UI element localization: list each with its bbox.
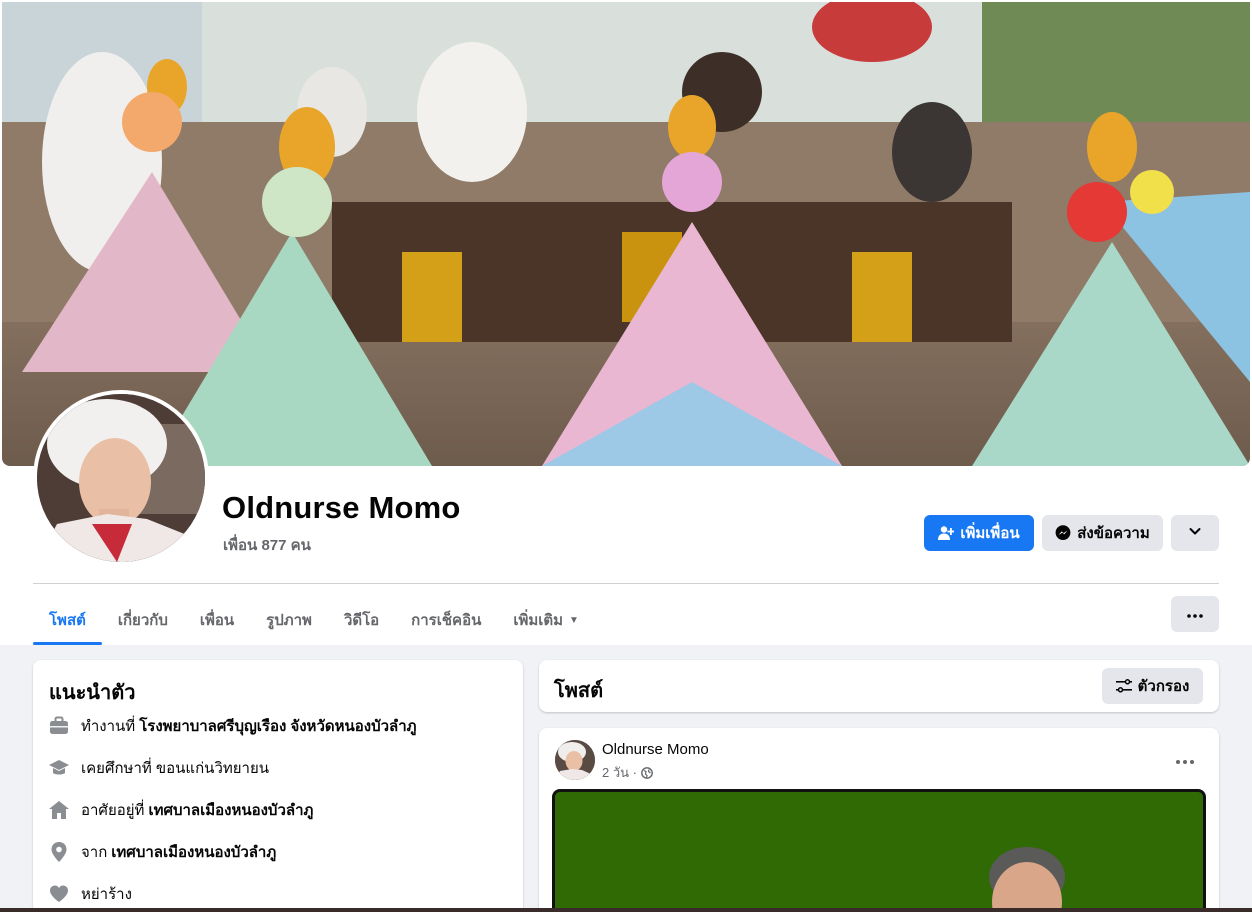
intro-from: จาก เทศบาลเมืองหนองบัวลำภู [49, 840, 276, 864]
more-actions-button[interactable] [1171, 515, 1219, 551]
tab-posts[interactable]: โพสต์ [33, 596, 102, 645]
intro-education: เคยศึกษาที่ ขอนแก่นวิทยายน [49, 756, 269, 780]
tab-photos[interactable]: รูปภาพ [250, 596, 328, 644]
post-author-name[interactable]: Oldnurse Momo [602, 741, 709, 758]
briefcase-icon [49, 716, 69, 736]
intro-lives-in-prefix: อาศัยอยู่ที่ [81, 802, 145, 819]
globe-icon [641, 766, 653, 779]
tabs-more-options-button[interactable] [1171, 596, 1219, 632]
post-timestamp[interactable]: 2 วัน · [602, 762, 637, 783]
friend-count[interactable]: เพื่อน 877 คน [223, 533, 311, 557]
tab-about[interactable]: เกี่ยวกับ [102, 596, 184, 644]
tab-photos-label: รูปภาพ [266, 612, 312, 629]
profile-tabs: โพสต์ เกี่ยวกับ เพื่อน รูปภาพ วิดีโอ การ… [33, 596, 595, 645]
intro-work-value[interactable]: โรงพยาบาลศรีบุญเรือง จังหวัดหนองบัวลำภู [139, 714, 416, 738]
intro-title: แนะนำตัว [49, 682, 136, 704]
tab-friends[interactable]: เพื่อน [184, 596, 250, 644]
more-dots-icon [1187, 605, 1203, 623]
tab-about-label: เกี่ยวกับ [117, 612, 168, 629]
post-options-button[interactable] [1167, 742, 1203, 778]
posts-header-card: โพสต์ ตัวกรอง [539, 660, 1219, 712]
filter-icon [1115, 678, 1132, 694]
post-video[interactable] [552, 789, 1206, 912]
tab-more[interactable]: เพิ่มเติม ▼ [497, 596, 595, 644]
message-button[interactable]: ส่งข้อความ [1042, 515, 1163, 551]
chevron-down-icon [1188, 524, 1202, 542]
filter-label: ตัวกรอง [1137, 678, 1190, 695]
intro-relationship-text: หย่าร้าง [81, 886, 132, 903]
post-video-frame [555, 792, 1203, 912]
heart-icon [49, 884, 69, 904]
post-meta: 2 วัน · [602, 762, 653, 783]
avatar [37, 394, 205, 562]
intro-from-value[interactable]: เทศบาลเมืองหนองบัวลำภู [111, 840, 276, 864]
intro-education-text: เคยศึกษาที่ ขอนแก่นวิทยายน [81, 760, 270, 777]
tab-checkins[interactable]: การเช็คอิน [395, 596, 497, 644]
cover-photo-art [2, 2, 1250, 466]
cover-photo[interactable] [2, 2, 1250, 466]
intro-lives-in: อาศัยอยู่ที่ เทศบาลเมืองหนองบัวลำภู [49, 798, 313, 822]
tab-videos-label: วิดีโอ [343, 612, 380, 629]
message-label: ส่งข้อความ [1077, 525, 1150, 542]
home-icon [49, 800, 69, 820]
location-pin-icon [49, 842, 69, 862]
post-card: Oldnurse Momo 2 วัน · [539, 728, 1219, 912]
intro-card: แนะนำตัว ทำงานที่ โรงพยาบาลศรีบุญเรือง จ… [33, 660, 523, 912]
messenger-icon [1055, 525, 1071, 541]
intro-work: ทำงานที่ โรงพยาบาลศรีบุญเรือง จังหวัดหนอ… [49, 714, 417, 738]
profile-name: Oldnurse Momo [222, 490, 461, 525]
add-friend-icon [938, 525, 955, 541]
more-dots-icon [1176, 751, 1194, 769]
graduation-cap-icon [49, 758, 69, 778]
tab-posts-label: โพสต์ [49, 612, 86, 629]
profile-avatar[interactable] [33, 390, 209, 566]
add-friend-button[interactable]: เพิ่มเพื่อน [924, 515, 1034, 551]
posts-title: โพสต์ [554, 680, 604, 702]
intro-from-prefix: จาก [81, 844, 108, 861]
caret-down-icon: ▼ [569, 614, 579, 626]
add-friend-label: เพิ่มเพื่อน [960, 525, 1020, 542]
tab-checkins-label: การเช็คอิน [411, 612, 482, 629]
intro-relationship: หย่าร้าง [49, 882, 132, 906]
tab-videos[interactable]: วิดีโอ [328, 596, 395, 644]
tab-more-label: เพิ่มเติม [513, 612, 564, 629]
filter-button[interactable]: ตัวกรอง [1102, 668, 1203, 704]
intro-lives-in-value[interactable]: เทศบาลเมืองหนองบัวลำภู [148, 798, 313, 822]
profile-header: Oldnurse Momo เพื่อน 877 คน เพิ่มเพื่อน … [0, 0, 1252, 645]
tab-friends-label: เพื่อน [199, 612, 235, 629]
post-author-avatar[interactable] [555, 740, 595, 780]
intro-work-prefix: ทำงานที่ [81, 718, 136, 735]
header-divider [33, 583, 1219, 584]
bottom-edge [0, 908, 1252, 912]
